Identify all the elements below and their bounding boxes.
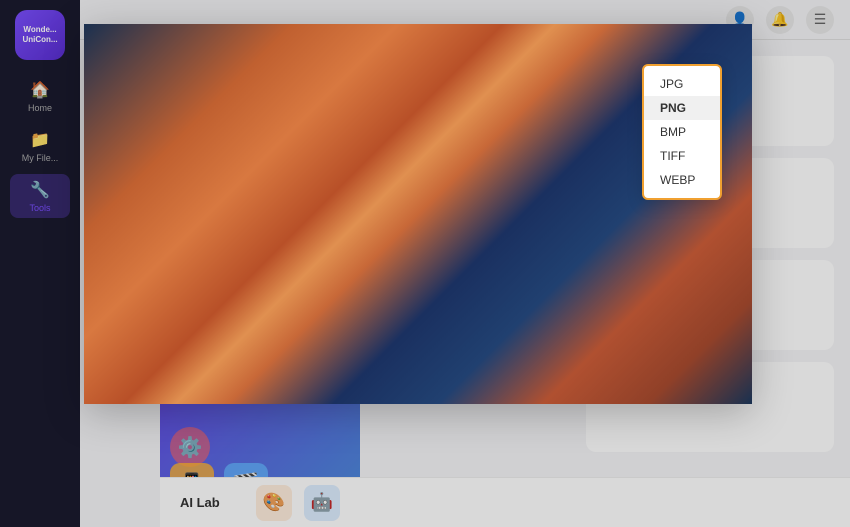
format-option-bmp[interactable]: BMP (644, 120, 720, 144)
format-dropdown: JPG PNG BMP TIFF WEBP (642, 64, 722, 200)
format-option-tiff[interactable]: TIFF (644, 144, 720, 168)
format-option-jpg[interactable]: JPG (644, 72, 720, 96)
image-card-2: ✓ matej-pribanic-2fu7CskIT... JPG->PNG(1… (277, 115, 442, 160)
image-thumb-2 (278, 138, 441, 160)
format-option-webp[interactable]: WEBP (644, 168, 720, 192)
image-converter-dialog: Image Converter Feedback ✕ 📥 Delete All … (84, 24, 752, 404)
format-option-png[interactable]: PNG (644, 96, 720, 120)
